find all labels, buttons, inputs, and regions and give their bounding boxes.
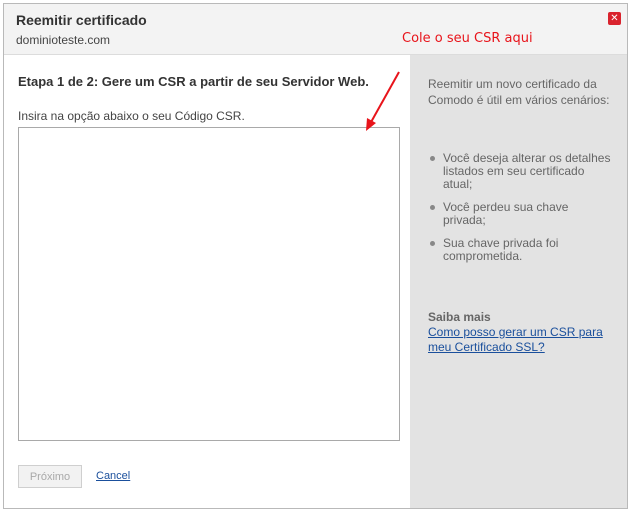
csr-textarea[interactable]	[18, 127, 400, 441]
sidebar-intro: Reemitir um novo certificado da Comodo é…	[428, 77, 610, 107]
bullet-icon	[430, 205, 435, 210]
close-icon[interactable]: ✕	[608, 12, 621, 25]
sidebar-bullet-list: Você deseja alterar os detalhes listados…	[428, 152, 613, 273]
info-sidebar: Reemitir um novo certificado da Comodo é…	[410, 55, 627, 508]
bullet-icon	[430, 241, 435, 246]
learn-more-heading: Saiba mais	[428, 310, 491, 324]
bullet-icon	[430, 156, 435, 161]
bullet-text: Você perdeu sua chave privada;	[443, 200, 569, 227]
bullet-text: Você deseja alterar os detalhes listados…	[443, 151, 611, 191]
cancel-link[interactable]: Cancel	[96, 470, 130, 482]
domain-name: dominioteste.com	[16, 33, 111, 47]
reissue-certificate-dialog: Reemitir certificado dominioteste.com Co…	[3, 3, 628, 509]
paste-csr-annotation: Cole o seu CSR aqui	[402, 31, 533, 46]
main-panel: Etapa 1 de 2: Gere um CSR a partir de se…	[4, 55, 410, 508]
dialog-title: Reemitir certificado	[16, 12, 147, 28]
sidebar-bullet: Você perdeu sua chave privada;	[428, 201, 613, 227]
next-button[interactable]: Próximo	[18, 465, 82, 488]
bullet-text: Sua chave privada foi comprometida.	[443, 236, 559, 263]
dialog-header: Reemitir certificado dominioteste.com Co…	[4, 4, 627, 55]
csr-instruction: Insira na opção abaixo o seu Código CSR.	[18, 109, 245, 123]
step-heading: Etapa 1 de 2: Gere um CSR a partir de se…	[18, 74, 369, 89]
sidebar-bullet: Sua chave privada foi comprometida.	[428, 237, 613, 263]
sidebar-bullet: Você deseja alterar os detalhes listados…	[428, 152, 613, 191]
learn-more-link[interactable]: Como posso gerar um CSR para meu Certifi…	[428, 325, 613, 355]
